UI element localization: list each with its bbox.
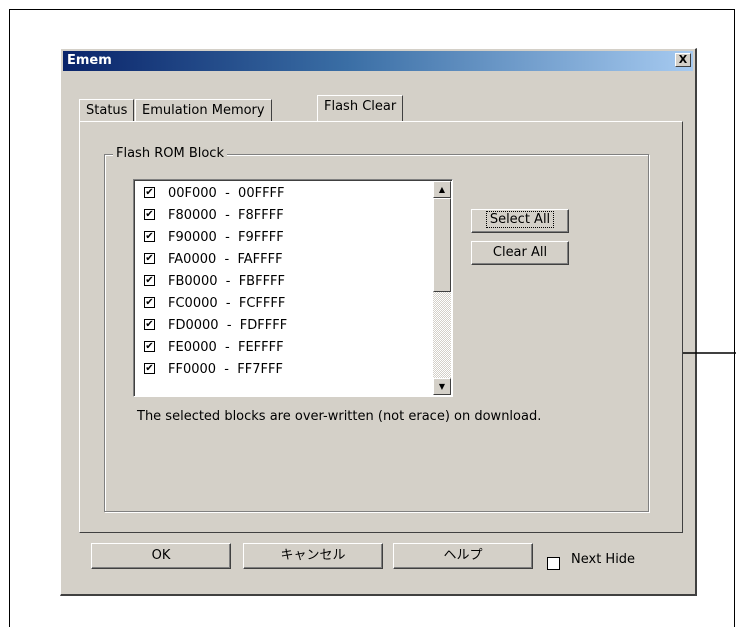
list-item[interactable]: ✔ FC0000 - FCFFFF bbox=[144, 293, 424, 315]
block-checkbox[interactable]: ✔ bbox=[144, 297, 155, 308]
scroll-up-button[interactable]: ▲ bbox=[433, 181, 451, 198]
block-range: F80000 - F8FFFF bbox=[168, 208, 284, 223]
scroll-down-icon: ▼ bbox=[438, 382, 446, 391]
list-item[interactable]: ✔ FD0000 - FDFFFF bbox=[144, 315, 424, 337]
overwrite-note: The selected blocks are over-written (no… bbox=[137, 409, 542, 424]
list-item[interactable]: ✔ 00F000 - 00FFFF bbox=[144, 183, 424, 205]
block-range: FB0000 - FBFFFF bbox=[168, 274, 286, 289]
flash-block-list[interactable]: ✔ 00F000 - 00FFFF ✔ F80000 - F8FFFF ✔ F9000… bbox=[133, 179, 453, 397]
scroll-down-button[interactable]: ▼ bbox=[433, 378, 451, 395]
list-item[interactable]: ✔ FE0000 - FEFFFF bbox=[144, 337, 424, 359]
list-item[interactable]: ✔ F80000 - F8FFFF bbox=[144, 205, 424, 227]
block-checkbox[interactable]: ✔ bbox=[144, 275, 155, 286]
block-checkbox[interactable]: ✔ bbox=[144, 231, 155, 242]
block-range: F90000 - F9FFFF bbox=[168, 230, 284, 245]
select-all-label: Select All bbox=[485, 211, 555, 228]
block-range: FD0000 - FDFFFF bbox=[168, 318, 288, 333]
block-checkbox[interactable]: ✔ bbox=[144, 253, 155, 264]
block-checkbox[interactable]: ✔ bbox=[144, 319, 155, 330]
scroll-up-icon: ▲ bbox=[438, 185, 446, 194]
block-range: FA0000 - FAFFFF bbox=[168, 252, 283, 267]
block-checkbox[interactable]: ✔ bbox=[144, 187, 155, 198]
emem-dialog: Emem X Status Emulation Memory Flash Cle… bbox=[60, 48, 697, 596]
block-range: FE0000 - FEFFFF bbox=[168, 340, 284, 355]
select-all-button[interactable]: Select All bbox=[471, 209, 569, 233]
clear-all-label: Clear All bbox=[492, 245, 548, 260]
block-range: FF0000 - FF7FFF bbox=[168, 362, 283, 377]
clear-all-button[interactable]: Clear All bbox=[471, 241, 569, 265]
tab-flash-clear-label: Flash Clear bbox=[324, 99, 397, 114]
list-item[interactable]: ✔ FB0000 - FBFFFF bbox=[144, 271, 424, 293]
block-checkbox[interactable]: ✔ bbox=[144, 363, 155, 374]
scroll-thumb[interactable] bbox=[433, 198, 451, 292]
block-checkbox[interactable]: ✔ bbox=[144, 209, 155, 220]
tab-flash-clear[interactable]: Flash Clear bbox=[317, 95, 404, 121]
list-item[interactable]: ✔ FA0000 - FAFFFF bbox=[144, 249, 424, 271]
vertical-scrollbar[interactable]: ▲ ▼ bbox=[433, 181, 451, 395]
block-range: FC0000 - FCFFFF bbox=[168, 296, 286, 311]
block-checkbox[interactable]: ✔ bbox=[144, 341, 155, 352]
list-item[interactable]: ✔ FF0000 - FF7FFF bbox=[144, 359, 424, 381]
group-label: Flash ROM Block bbox=[113, 146, 227, 161]
list-item[interactable]: ✔ F90000 - F9FFFF bbox=[144, 227, 424, 249]
block-range: 00F000 - 00FFFF bbox=[168, 186, 285, 201]
flash-rom-block-group: Flash ROM Block ✔ 00F000 - 00FFFF ✔ F80000… bbox=[104, 146, 649, 512]
flash-clear-panel: Flash ROM Block ✔ 00F000 - 00FFFF ✔ F80000… bbox=[79, 121, 683, 533]
